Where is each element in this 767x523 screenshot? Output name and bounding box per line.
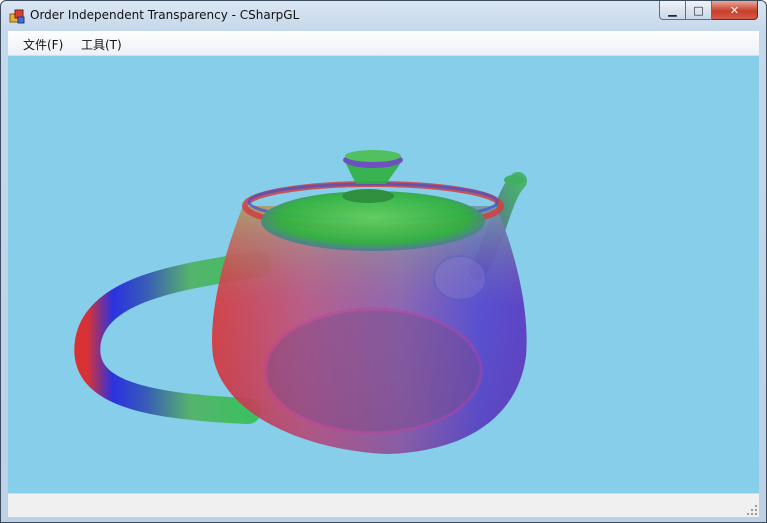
status-bar bbox=[8, 493, 759, 517]
minimize-button[interactable]: ▁ bbox=[659, 1, 686, 20]
maximize-button[interactable]: □ bbox=[686, 1, 712, 20]
maximize-icon: □ bbox=[693, 3, 704, 17]
title-bar[interactable]: Order Independent Transparency - CSharpG… bbox=[1, 1, 766, 31]
window-controls: ▁ □ ✕ bbox=[659, 1, 758, 20]
resize-grip-icon[interactable] bbox=[747, 505, 757, 515]
menu-bar: 文件(F) 工具(T) bbox=[8, 31, 759, 56]
window-title: Order Independent Transparency - CSharpG… bbox=[30, 8, 300, 22]
app-icon bbox=[9, 9, 25, 24]
minimize-icon: ▁ bbox=[668, 3, 677, 17]
teapot-icon bbox=[74, 150, 527, 454]
close-button[interactable]: ✕ bbox=[712, 1, 758, 20]
menu-file[interactable]: 文件(F) bbox=[23, 36, 63, 53]
opengl-viewport[interactable] bbox=[8, 56, 759, 493]
main-window: Order Independent Transparency - CSharpG… bbox=[0, 0, 767, 523]
close-icon: ✕ bbox=[729, 3, 740, 17]
menu-tools[interactable]: 工具(T) bbox=[81, 36, 122, 53]
